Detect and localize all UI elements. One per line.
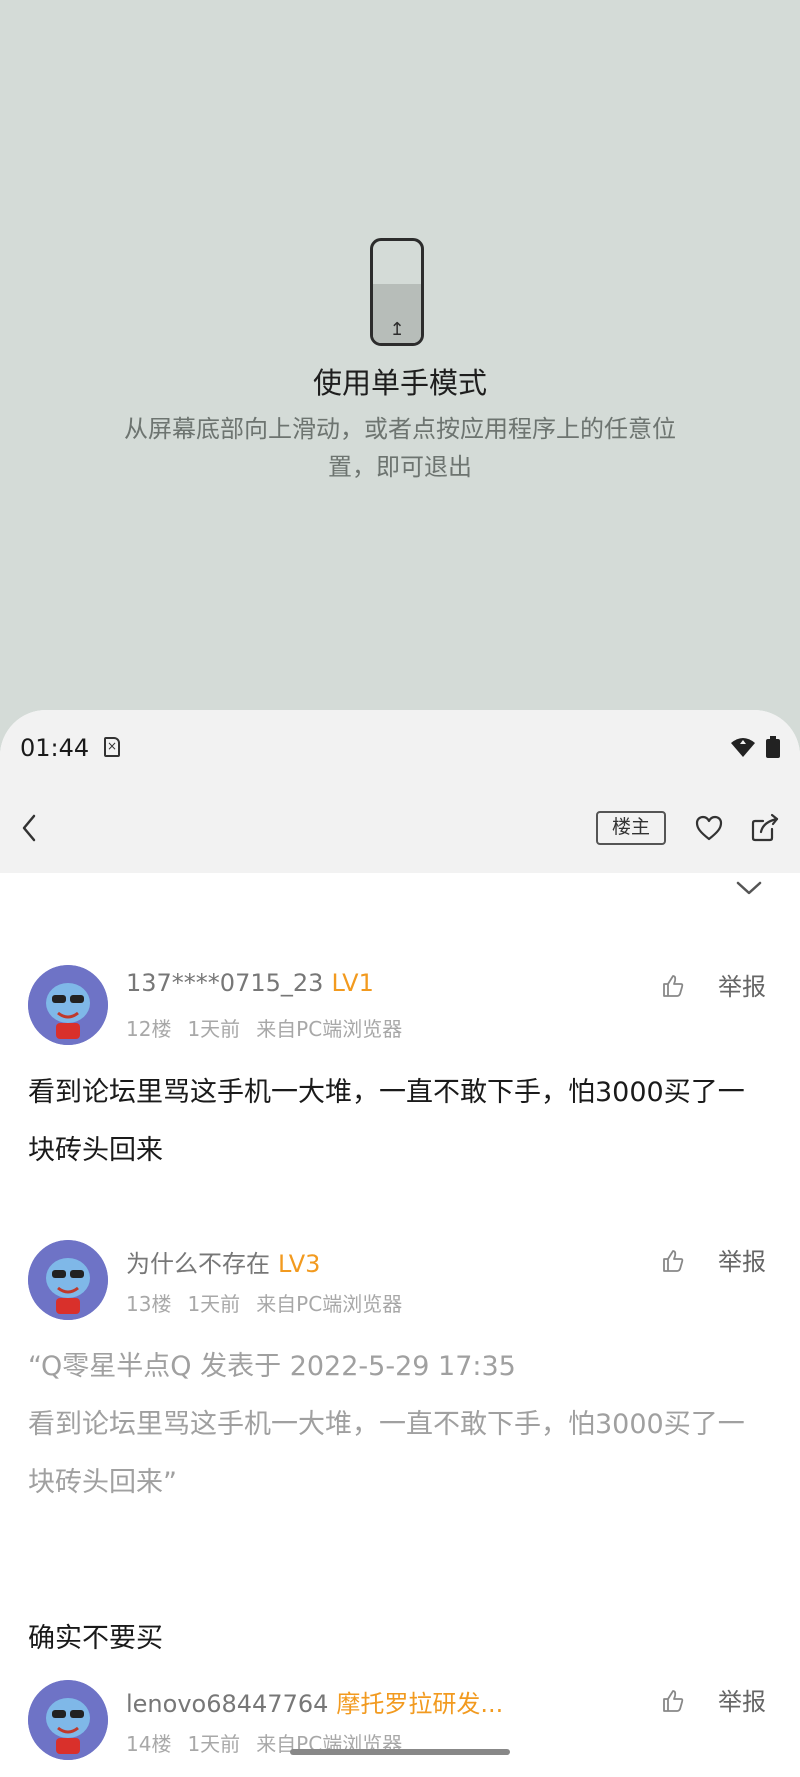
quote-body: 看到论坛里骂这手机一大堆，一直不敢下手，怕3000买了一块砖头回来” bbox=[28, 1409, 745, 1498]
post-source: 来自PC端浏览器 bbox=[256, 1292, 403, 1316]
quote-block: “Q零星半点Q 发表于 2022-5-29 17:35 看到论坛里骂这手机一大堆… bbox=[28, 1338, 758, 1512]
avatar[interactable] bbox=[28, 1680, 108, 1760]
thumbs-up-icon[interactable] bbox=[660, 1688, 686, 1714]
thumbs-up-icon[interactable] bbox=[660, 973, 686, 999]
avatar[interactable] bbox=[28, 1240, 108, 1320]
wifi-icon bbox=[731, 738, 755, 757]
post-content: 看到论坛里骂这手机一大堆，一直不敢下手，怕3000买了一块砖头回来 bbox=[28, 1077, 745, 1166]
avatar[interactable] bbox=[28, 965, 108, 1045]
one-hand-mode-title: 使用单手模式 bbox=[312, 366, 487, 400]
chevron-down-icon[interactable] bbox=[734, 878, 764, 898]
post-meta: 12楼 1天前 来自PC端浏览器 bbox=[126, 1013, 418, 1042]
post-content: 确实不要买 bbox=[28, 1623, 163, 1654]
app-bar: 楼主 bbox=[0, 785, 800, 873]
status-bar: 01:44 × bbox=[0, 710, 800, 785]
username-text: 137****0715_23 bbox=[126, 969, 324, 997]
status-time: 01:44 bbox=[20, 734, 90, 762]
username[interactable]: lenovo68447764 摩托罗拉研发... bbox=[126, 1684, 503, 1719]
post-meta: 13楼 1天前 来自PC端浏览器 bbox=[126, 1288, 418, 1317]
post-time: 1天前 bbox=[187, 1017, 241, 1041]
username[interactable]: 为什么不存在 LV3 bbox=[126, 1244, 320, 1279]
app-window: 01:44 × 楼主 137****0715_23 LV1 12楼 1天前 来自… bbox=[0, 710, 800, 1777]
post-source: 来自PC端浏览器 bbox=[256, 1017, 403, 1041]
share-icon[interactable] bbox=[750, 813, 780, 843]
post-time: 1天前 bbox=[187, 1292, 241, 1316]
report-button[interactable]: 举报 bbox=[718, 967, 766, 1002]
heart-icon[interactable] bbox=[694, 813, 724, 843]
one-hand-mode-overlay[interactable]: ↥ 使用单手模式 从屏幕底部向上滑动，或者点按应用程序上的任意位置，即可退出 bbox=[0, 0, 800, 740]
louzhu-only-button[interactable]: 楼主 bbox=[596, 811, 666, 845]
username-text: 为什么不存在 bbox=[126, 1250, 270, 1278]
floor-number: 14楼 bbox=[126, 1732, 172, 1756]
report-button[interactable]: 举报 bbox=[718, 1242, 766, 1277]
user-level-badge: 摩托罗拉研发... bbox=[336, 1690, 504, 1718]
thumbs-up-icon[interactable] bbox=[660, 1248, 686, 1274]
quote-header: “Q零星半点Q 发表于 2022-5-29 17:35 bbox=[28, 1351, 516, 1382]
floor-number: 12楼 bbox=[126, 1017, 172, 1041]
floor-number: 13楼 bbox=[126, 1292, 172, 1316]
battery-icon bbox=[766, 736, 780, 758]
one-hand-mode-description: 从屏幕底部向上滑动，或者点按应用程序上的任意位置，即可退出 bbox=[124, 415, 676, 481]
username-text: lenovo68447764 bbox=[126, 1690, 329, 1718]
user-level-badge: LV3 bbox=[278, 1250, 321, 1278]
user-level-badge: LV1 bbox=[331, 969, 374, 997]
username[interactable]: 137****0715_23 LV1 bbox=[126, 969, 374, 997]
post-time: 1天前 bbox=[187, 1732, 241, 1756]
home-indicator[interactable] bbox=[290, 1749, 510, 1755]
phone-swipe-up-icon: ↥ bbox=[370, 238, 424, 346]
sim-card-icon: × bbox=[104, 737, 120, 757]
back-arrow-icon[interactable] bbox=[18, 811, 42, 845]
report-button[interactable]: 举报 bbox=[718, 1682, 766, 1717]
